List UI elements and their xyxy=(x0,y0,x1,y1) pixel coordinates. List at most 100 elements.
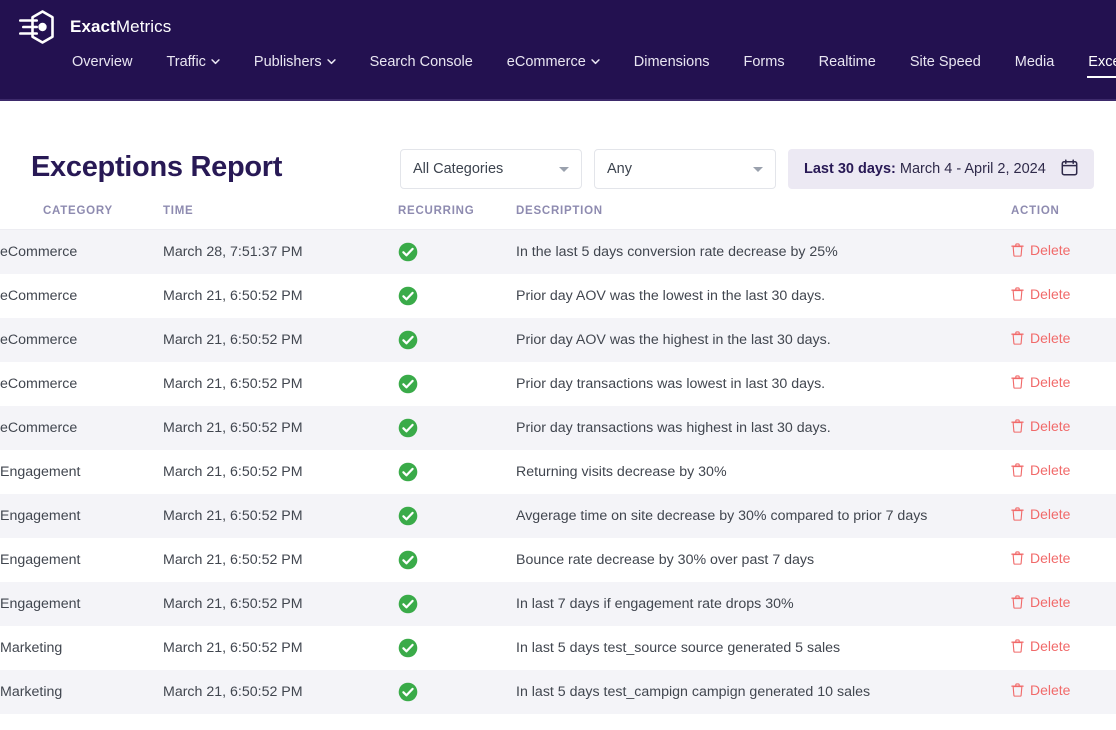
cell-recurring xyxy=(398,405,516,450)
cell-recurring xyxy=(398,669,516,714)
trash-icon xyxy=(1011,551,1024,565)
delete-button-label: Delete xyxy=(1030,682,1071,698)
cell-recurring xyxy=(398,229,516,274)
top-navbar: ExactMetrics Overview Traffic Publishers Se… xyxy=(0,0,1116,101)
cell-time: March 21, 6:50:52 PM xyxy=(163,493,398,538)
delete-button-label: Delete xyxy=(1030,638,1071,654)
cell-description: In the last 5 days conversion rate decre… xyxy=(516,229,1011,274)
cell-description: Bounce rate decrease by 30% over past 7 … xyxy=(516,537,1011,582)
nav-item-label: Search Console xyxy=(369,54,473,70)
delete-button[interactable]: Delete xyxy=(1011,330,1070,346)
table-header-row: CATEGORY TIME RECURRING DESCRIPTION ACTI… xyxy=(0,199,1116,230)
trash-icon xyxy=(1011,683,1024,697)
date-range-picker[interactable]: Last 30 days: March 4 - April 2, 2024 xyxy=(788,149,1094,189)
delete-button[interactable]: Delete xyxy=(1011,550,1070,566)
delete-button[interactable]: Delete xyxy=(1011,594,1070,610)
recurring-filter-select[interactable]: Any xyxy=(594,149,776,189)
brand-row: ExactMetrics xyxy=(0,0,1116,44)
cell-description: Returning visits decrease by 30% xyxy=(516,449,1011,494)
cell-time: March 21, 6:50:52 PM xyxy=(163,581,398,626)
nav-item-label: Site Speed xyxy=(909,54,981,70)
date-range-text: Last 30 days: March 4 - April 2, 2024 xyxy=(804,161,1053,177)
cell-action: Delete xyxy=(1011,449,1116,494)
delete-button[interactable]: Delete xyxy=(1011,682,1070,698)
cell-action: Delete xyxy=(1011,273,1116,318)
delete-button-label: Delete xyxy=(1030,506,1071,522)
nav-item-label: Media xyxy=(1014,54,1055,70)
nav-item-dimensions[interactable]: Dimensions xyxy=(617,50,727,80)
nav-item-publishers[interactable]: Publishers xyxy=(237,50,353,80)
trash-icon xyxy=(1011,287,1024,301)
nav-item-label: Traffic xyxy=(166,54,206,70)
cell-time: March 21, 6:50:52 PM xyxy=(163,625,398,670)
nav-item-search-console[interactable]: Search Console xyxy=(353,50,490,80)
cell-recurring xyxy=(398,625,516,670)
nav-item-ecommerce[interactable]: eCommerce xyxy=(490,50,617,80)
table-body: eCommerce March 28, 7:51:37 PM In the last… xyxy=(0,229,1116,714)
delete-button[interactable]: Delete xyxy=(1011,506,1070,522)
check-circle-icon xyxy=(398,374,418,394)
cell-recurring xyxy=(398,581,516,626)
delete-button[interactable]: Delete xyxy=(1011,418,1070,434)
cell-recurring xyxy=(398,361,516,406)
chevron-down-icon xyxy=(211,57,220,66)
category-filter-select[interactable]: All Categories xyxy=(400,149,582,189)
nav-item-exceptions[interactable]: Exceptions xyxy=(1071,50,1116,80)
delete-button[interactable]: Delete xyxy=(1011,286,1070,302)
table-row: Engagement March 21, 6:50:52 PM Avgerage t… xyxy=(0,493,1116,538)
delete-button[interactable]: Delete xyxy=(1011,462,1070,478)
trash-icon xyxy=(1011,243,1024,257)
table-row: eCommerce March 21, 6:50:52 PM Prior day A… xyxy=(0,273,1116,318)
cell-category: eCommerce xyxy=(0,361,163,406)
delete-button[interactable]: Delete xyxy=(1011,638,1070,654)
table-row: eCommerce March 21, 6:50:52 PM Prior day t… xyxy=(0,361,1116,406)
check-circle-icon xyxy=(398,638,418,658)
cell-description: Prior day AOV was the highest in the las… xyxy=(516,317,1011,362)
nav-item-forms[interactable]: Forms xyxy=(727,50,802,80)
cell-recurring xyxy=(398,317,516,362)
report-header: Exceptions Report All Categories Any Las… xyxy=(0,101,1116,199)
cell-action: Delete xyxy=(1011,669,1116,714)
cell-description: Prior day transactions was lowest in las… xyxy=(516,361,1011,406)
table-row: eCommerce March 21, 6:50:52 PM Prior day A… xyxy=(0,317,1116,362)
recurring-filter-value: Any xyxy=(607,161,632,177)
cell-time: March 28, 7:51:37 PM xyxy=(163,229,398,274)
nav-item-media[interactable]: Media xyxy=(998,50,1072,80)
delete-button-label: Delete xyxy=(1030,462,1071,478)
trash-icon xyxy=(1011,507,1024,521)
delete-button-label: Delete xyxy=(1030,550,1071,566)
cell-category: eCommerce xyxy=(0,405,163,450)
exceptions-table-wrapper: CATEGORY TIME RECURRING DESCRIPTION ACTI… xyxy=(0,199,1116,714)
check-circle-icon xyxy=(398,550,418,570)
trash-icon xyxy=(1011,595,1024,609)
exceptions-table: CATEGORY TIME RECURRING DESCRIPTION ACTI… xyxy=(0,199,1116,714)
calendar-icon[interactable] xyxy=(1061,158,1078,180)
nav-item-realtime[interactable]: Realtime xyxy=(802,50,893,80)
nav-item-overview[interactable]: Overview xyxy=(55,50,149,80)
trash-icon xyxy=(1011,375,1024,389)
cell-recurring xyxy=(398,537,516,582)
main-nav: Overview Traffic Publishers Search Console e… xyxy=(0,50,1116,80)
check-circle-icon xyxy=(398,594,418,614)
delete-button[interactable]: Delete xyxy=(1011,242,1070,258)
nav-item-site-speed[interactable]: Site Speed xyxy=(893,50,998,80)
column-header-time: TIME xyxy=(163,199,398,230)
nav-item-traffic[interactable]: Traffic xyxy=(149,50,236,80)
cell-category: Engagement xyxy=(0,581,163,626)
nav-item-label: Exceptions xyxy=(1088,54,1116,70)
cell-recurring xyxy=(398,449,516,494)
cell-time: March 21, 6:50:52 PM xyxy=(163,405,398,450)
chevron-down-icon xyxy=(326,57,336,66)
table-row: Engagement March 21, 6:50:52 PM Bounce rat… xyxy=(0,537,1116,582)
table-row: Engagement March 21, 6:50:52 PM Returning … xyxy=(0,449,1116,494)
check-circle-icon xyxy=(398,462,418,482)
check-circle-icon xyxy=(398,242,418,262)
cell-action: Delete xyxy=(1011,405,1116,450)
delete-button[interactable]: Delete xyxy=(1011,374,1070,390)
nav-item-label: Dimensions xyxy=(633,54,710,70)
delete-button-label: Delete xyxy=(1030,374,1071,390)
cell-category: Engagement xyxy=(0,449,163,494)
exactmetrics-hex-logo-icon[interactable] xyxy=(16,7,60,47)
check-circle-icon xyxy=(398,286,418,306)
table-head: CATEGORY TIME RECURRING DESCRIPTION ACTI… xyxy=(0,199,1116,230)
